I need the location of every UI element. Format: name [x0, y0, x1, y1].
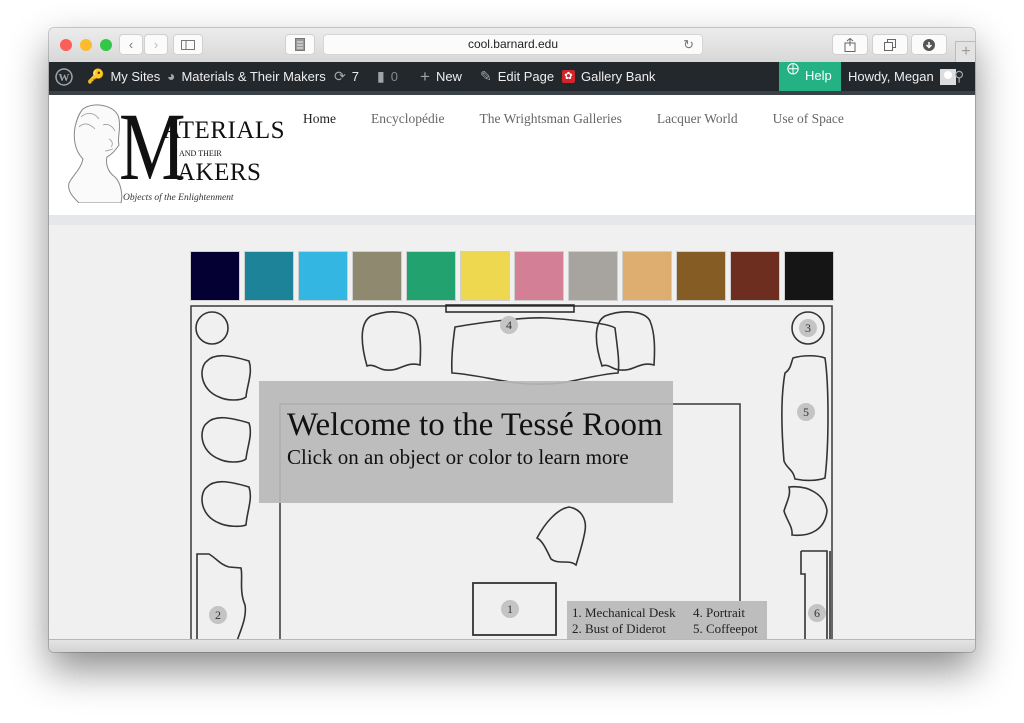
chair-center	[535, 506, 587, 567]
address-bar[interactable]: cool.barnard.edu ↻	[323, 34, 703, 55]
legend-item[interactable]: 5. Coffeepot	[693, 621, 758, 637]
sofa-top	[450, 317, 620, 385]
edit-page-link[interactable]: ✎ Edit Page	[480, 62, 554, 91]
reader-button[interactable]	[285, 34, 315, 55]
main-navigation: Home Encyclopédie The Wrightsman Galleri…	[303, 111, 844, 127]
logo-and-their: AND THEIR	[179, 149, 222, 158]
legend-item[interactable]: 2. Bust of Diderot	[572, 621, 666, 637]
plus-icon: +	[961, 43, 971, 60]
logo-line1: ATERIALS	[163, 117, 286, 144]
object-marker-label: 3	[805, 321, 811, 335]
share-button[interactable]	[832, 34, 868, 55]
help-button[interactable]: ⨁ Help	[779, 61, 841, 91]
chair-left-1	[201, 354, 252, 401]
svg-text:W: W	[59, 72, 70, 84]
object-marker-label: 4	[506, 318, 512, 332]
downloads-button[interactable]	[911, 34, 947, 55]
browser-window: ‹ › cool.barnard.edu ↻ + W 🔑 My Sites ◕ …	[49, 28, 975, 652]
reload-icon[interactable]: ↻	[683, 35, 694, 54]
plus-icon: +	[420, 67, 430, 86]
site-header: M ATERIALS AND THEIR AKERS Objects of th…	[49, 95, 975, 215]
chair-left-3	[201, 480, 252, 528]
browser-status-bar	[49, 639, 975, 652]
nav-lacquer-world[interactable]: Lacquer World	[657, 111, 738, 127]
nav-home[interactable]: Home	[303, 111, 336, 127]
comments-count: 0	[390, 69, 398, 84]
admin-search-button[interactable]: ⚲	[954, 62, 964, 91]
object-marker-label: 5	[803, 405, 809, 419]
logo-tagline: Objects of the Enlightenment	[123, 193, 234, 203]
object-marker-label: 1	[507, 602, 513, 616]
dashboard-icon: ◕	[167, 68, 176, 84]
minimize-window-button[interactable]	[80, 39, 92, 51]
browser-titlebar: ‹ › cool.barnard.edu ↻ +	[49, 28, 975, 63]
search-icon: ⚲	[954, 68, 965, 84]
welcome-title: Welcome to the Tessé Room	[287, 407, 663, 443]
nav-encyclopedie[interactable]: Encyclopédie	[371, 111, 444, 127]
my-sites-menu[interactable]: 🔑 My Sites	[87, 62, 160, 91]
site-name-menu[interactable]: ◕ Materials & Their Makers	[167, 62, 326, 91]
forward-button[interactable]: ›	[144, 34, 168, 55]
updates-count: 7	[351, 69, 359, 84]
chair-left-2	[201, 416, 252, 463]
url-text: cool.barnard.edu	[467, 37, 559, 51]
new-label: New	[435, 69, 462, 84]
bust-pedestal	[196, 553, 247, 639]
new-content-menu[interactable]: + New	[420, 62, 462, 91]
chair-top-right	[595, 311, 656, 371]
logo-line2: AKERS	[177, 159, 262, 186]
sidebar-icon	[181, 39, 195, 50]
download-icon	[923, 38, 935, 51]
lifebuoy-icon: ⨁	[787, 61, 799, 75]
legend-item[interactable]: 1. Mechanical Desk	[572, 605, 676, 621]
edit-page-label: Edit Page	[497, 69, 555, 84]
back-button[interactable]: ‹	[119, 34, 143, 55]
updates-icon: ⟳	[334, 68, 346, 84]
user-silhouette-icon	[943, 70, 952, 79]
help-label: Help	[805, 68, 832, 83]
user-account-menu[interactable]: Howdy, Megan	[848, 62, 956, 91]
tabs-overview-button[interactable]	[872, 34, 908, 55]
wordpress-logo-icon: W	[55, 67, 73, 86]
right-cabinet	[800, 550, 831, 639]
chevron-right-icon: ›	[153, 37, 159, 52]
site-logo[interactable]: M ATERIALS AND THEIR AKERS Objects of th…	[65, 99, 285, 208]
close-window-button[interactable]	[60, 39, 72, 51]
wordpress-menu[interactable]: W	[55, 62, 73, 91]
nav-wrightsman-galleries[interactable]: The Wrightsman Galleries	[479, 111, 621, 127]
chair-right	[783, 486, 828, 537]
reader-icon	[295, 38, 305, 51]
nav-use-of-space[interactable]: Use of Space	[773, 111, 844, 127]
objects-legend: 1. Mechanical Desk 2. Bust of Diderot 4.…	[567, 601, 767, 639]
welcome-subtitle: Click on an object or color to learn mor…	[287, 445, 629, 469]
tabs-icon	[884, 38, 896, 51]
share-icon	[844, 37, 856, 52]
wp-admin-bar: W 🔑 My Sites ◕ Materials & Their Makers …	[49, 61, 975, 91]
howdy-label: Howdy, Megan	[848, 69, 934, 84]
gallery-bank-label: Gallery Bank	[581, 69, 656, 84]
comment-icon: ▮	[377, 68, 385, 84]
legend-item[interactable]: 4. Portrait	[693, 605, 745, 621]
sidebar-toggle-button[interactable]	[173, 34, 203, 55]
header-divider	[49, 215, 975, 225]
chevron-left-icon: ‹	[128, 37, 134, 52]
pencil-icon: ✎	[480, 68, 492, 84]
site-name-label: Materials & Their Makers	[181, 69, 326, 84]
key-icon: 🔑	[87, 68, 105, 84]
new-tab-button[interactable]: +	[955, 41, 975, 63]
comments-link[interactable]: ▮ 0	[377, 62, 398, 91]
main-content: 1 2 3 4 5 6 Welcome to the Tessé Room Click o…	[49, 225, 975, 639]
round-table-left	[195, 311, 229, 345]
logo-initial-m: M	[119, 93, 186, 200]
chair-top-left	[361, 311, 422, 371]
object-marker-label: 6	[814, 606, 820, 620]
welcome-panel: Welcome to the Tessé Room Click on an ob…	[259, 381, 673, 503]
gallery-bank-icon: ✿	[562, 70, 575, 83]
gallery-bank-menu[interactable]: ✿ Gallery Bank	[562, 62, 655, 91]
updates-link[interactable]: ⟳ 7	[334, 62, 359, 91]
zoom-window-button[interactable]	[100, 39, 112, 51]
my-sites-label: My Sites	[110, 69, 161, 84]
diderot-portrait-icon	[68, 104, 123, 203]
object-marker-label: 2	[215, 608, 221, 622]
